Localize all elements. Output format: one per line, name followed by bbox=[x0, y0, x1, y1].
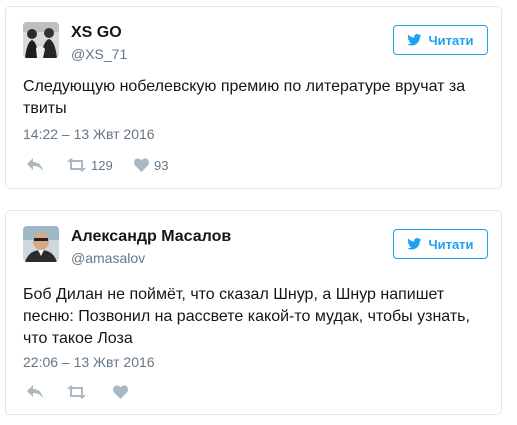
retweet-icon bbox=[67, 158, 86, 172]
like-button[interactable] bbox=[113, 385, 128, 399]
retweet-button[interactable] bbox=[67, 385, 113, 399]
follow-button[interactable]: Читати bbox=[393, 25, 488, 55]
retweet-icon bbox=[67, 385, 86, 399]
tweet-actions: 129 93 bbox=[27, 156, 168, 174]
user-handle[interactable]: @XS_71 bbox=[71, 46, 127, 62]
reply-button[interactable] bbox=[27, 385, 67, 399]
tweet-actions bbox=[27, 383, 128, 401]
avatar[interactable] bbox=[23, 22, 59, 58]
twitter-bird-icon bbox=[407, 34, 422, 46]
reply-button[interactable] bbox=[27, 158, 67, 172]
heart-icon bbox=[113, 385, 128, 399]
like-count: 93 bbox=[154, 157, 169, 173]
reply-icon bbox=[27, 385, 43, 399]
tweet-text: Следующую нобелевскую премию по литерату… bbox=[23, 78, 466, 117]
display-name[interactable]: XS GO bbox=[71, 24, 122, 42]
like-button[interactable]: 93 bbox=[134, 158, 168, 173]
timestamp[interactable]: 14:22 – 13 Жвт 2016 bbox=[23, 126, 155, 142]
tweet-card: Александр Масалов @amasalov Читати Боб Д… bbox=[5, 210, 502, 415]
retweet-button[interactable]: 129 bbox=[67, 158, 134, 173]
follow-label: Читати bbox=[428, 236, 474, 252]
avatar[interactable] bbox=[23, 226, 59, 262]
heart-icon bbox=[134, 158, 149, 172]
timestamp[interactable]: 22:06 – 13 Жвт 2016 bbox=[23, 354, 155, 370]
reply-icon bbox=[27, 158, 43, 172]
tweet-card: XS GO @XS_71 Читати Следующую нобелевску… bbox=[5, 6, 502, 189]
tweet-text: Боб Дилан не поймёт, что сказал Шнур, а … bbox=[23, 286, 470, 347]
twitter-bird-icon bbox=[407, 238, 422, 250]
retweet-count: 129 bbox=[91, 157, 113, 173]
follow-label: Читати bbox=[428, 32, 474, 48]
user-handle[interactable]: @amasalov bbox=[71, 250, 145, 266]
follow-button[interactable]: Читати bbox=[393, 229, 488, 259]
display-name[interactable]: Александр Масалов bbox=[71, 228, 231, 246]
